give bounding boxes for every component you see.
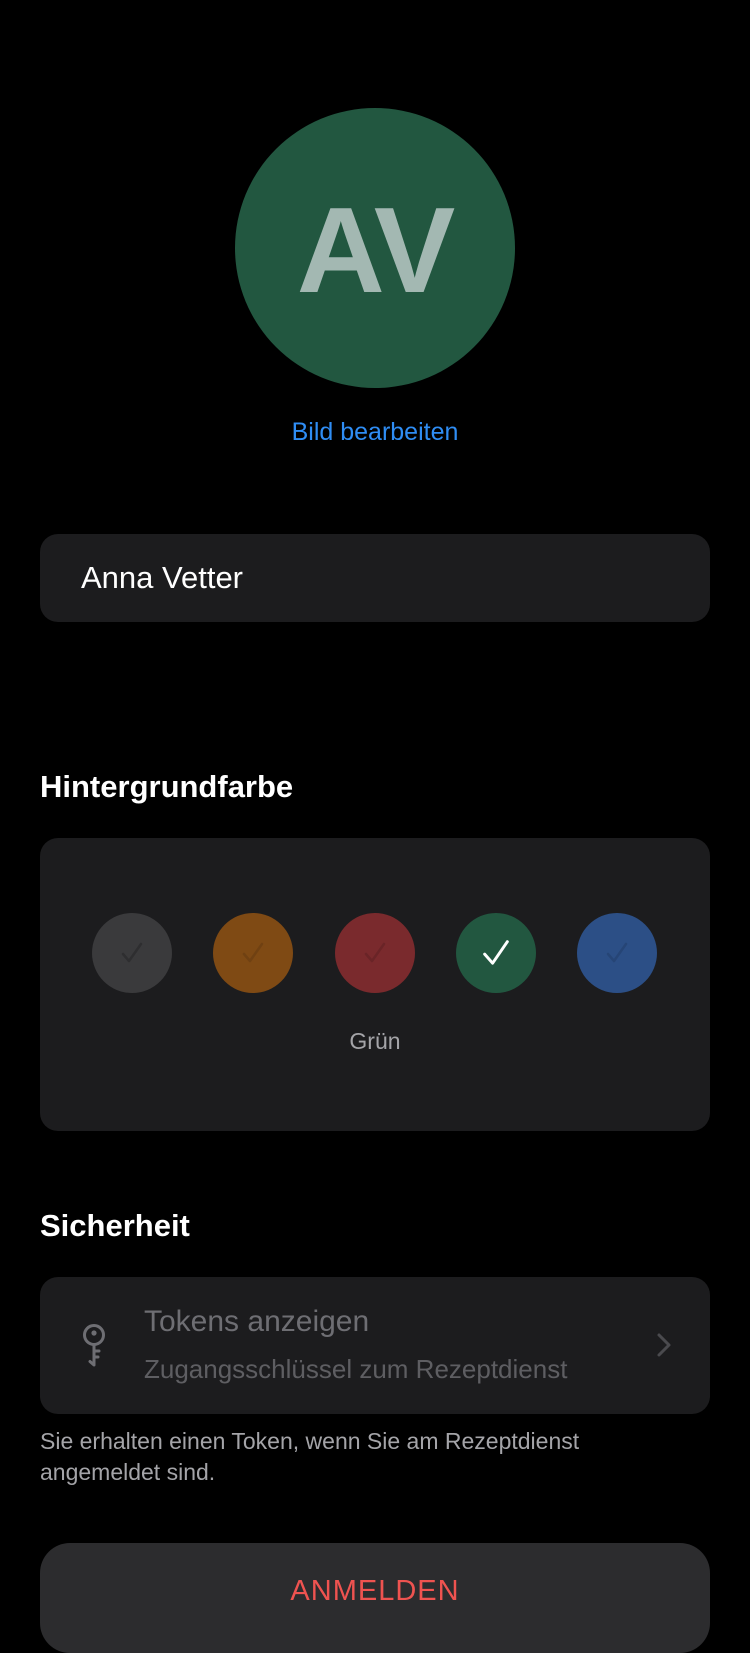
login-button-label: ANMELDEN — [290, 1575, 460, 1607]
key-icon — [83, 1324, 105, 1367]
edit-image-link[interactable]: Bild bearbeiten — [0, 418, 750, 447]
name-input[interactable] — [81, 560, 710, 596]
color-picker-card: Grün — [40, 838, 710, 1131]
show-tokens-row[interactable]: Tokens anzeigen Zugangsschlüssel zum Rez… — [40, 1277, 710, 1414]
token-info-text: Sie erhalten einen Token, wenn Sie am Re… — [40, 1428, 580, 1485]
checkmark-icon — [121, 942, 143, 963]
selected-color-label: Grün — [349, 1028, 401, 1054]
checkmark-icon — [606, 942, 628, 963]
tokens-subtitle: Zugangsschlüssel zum Rezeptdienst — [144, 1354, 568, 1384]
chevron-right-icon — [657, 1333, 671, 1357]
checkmark-icon — [483, 940, 509, 965]
color-swatch-gray[interactable] — [92, 913, 172, 993]
color-swatch-orange[interactable] — [213, 913, 293, 993]
color-swatch-green[interactable] — [456, 913, 536, 993]
background-color-title: Hintergrundfarbe — [40, 769, 294, 804]
security-title: Sicherheit — [40, 1208, 190, 1243]
name-field[interactable] — [40, 534, 710, 622]
avatar-initials: AV — [296, 182, 455, 318]
login-button[interactable]: ANMELDEN — [40, 1543, 710, 1653]
checkmark-icon — [364, 942, 386, 963]
color-swatch-blue[interactable] — [577, 913, 657, 993]
checkmark-icon — [242, 942, 264, 963]
tokens-title: Tokens anzeigen — [144, 1305, 370, 1338]
color-swatch-red[interactable] — [335, 913, 415, 993]
avatar[interactable]: AV — [235, 108, 515, 388]
